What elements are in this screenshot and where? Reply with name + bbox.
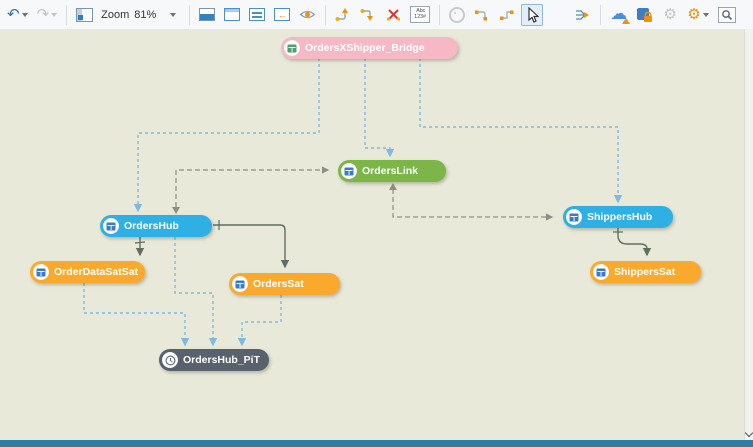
connector-style2-button[interactable] — [496, 4, 518, 26]
zoom-dropdown[interactable] — [161, 4, 183, 26]
cursor-tool-button[interactable] — [521, 3, 544, 26]
clock-icon — [162, 352, 178, 368]
connector-down-icon — [360, 9, 374, 21]
node-ordershub[interactable]: OrdersHub — [100, 215, 212, 237]
undo-button[interactable]: ↶ — [4, 4, 31, 26]
edge-orderdatasatsat-pit[interactable] — [83, 283, 190, 347]
edge-ordershub-orderslink[interactable] — [175, 166, 330, 207]
node-label: ShippersHub — [587, 211, 653, 223]
lock-icon — [637, 7, 653, 22]
node-label: ShippersSat — [614, 266, 676, 278]
connector-up-icon — [335, 8, 349, 21]
edge-ordershub-pit[interactable] — [174, 237, 218, 347]
window-back-icon: ← — [274, 8, 291, 21]
bring-forward-button[interactable] — [546, 4, 568, 26]
table-icon — [284, 40, 300, 56]
node-label: OrdersHub — [124, 220, 179, 232]
table-icon — [341, 163, 357, 179]
circle-tool-button[interactable] — [446, 4, 468, 26]
eye-icon — [299, 10, 316, 19]
zoom-region-button[interactable] — [715, 4, 739, 26]
table-icon — [232, 276, 248, 292]
fan-out-icon — [576, 9, 590, 20]
cloud-upload-icon: ☁ — [610, 5, 631, 24]
cursor-icon — [528, 6, 539, 23]
panel-toggle-button[interactable] — [73, 4, 96, 26]
chevron-down-icon[interactable] — [702, 12, 709, 17]
magnifier-icon — [717, 6, 736, 23]
table-icon — [593, 264, 609, 280]
connector-down-button[interactable] — [357, 4, 379, 26]
abc-123-icon: Abc 123# — [410, 6, 431, 23]
zoom-value: 81% — [134, 8, 157, 21]
window-list-icon — [249, 8, 266, 21]
arrowhead — [389, 183, 397, 190]
abc-123-button[interactable]: Abc 123# — [407, 4, 433, 26]
node-orderdatasatsat[interactable]: OrderDataSatSat — [30, 261, 145, 283]
node-shippershub[interactable]: ShippersHub — [563, 206, 673, 228]
node-bridge[interactable]: OrdersXShipper_Bridge — [281, 37, 458, 59]
window-list-button[interactable] — [246, 4, 268, 26]
node-ordershub-pit[interactable]: OrdersHub_PiT — [159, 349, 269, 371]
vertical-scrollbar[interactable] — [744, 29, 753, 440]
panel-icon — [76, 7, 94, 22]
chevron-down-icon — [169, 12, 176, 17]
node-label: OrdersHub_PiT — [183, 354, 261, 366]
node-label: OrdersSat — [253, 278, 304, 290]
cardinality-tick — [134, 241, 146, 244]
toolbar-separator — [189, 4, 191, 25]
toolbar-separator — [439, 4, 441, 25]
toolbar-separator — [66, 4, 68, 25]
toolbar-separator — [325, 4, 327, 25]
connector-style2-icon — [500, 10, 514, 20]
node-label: OrdersXShipper_Bridge — [305, 42, 425, 54]
chevron-down-icon[interactable] — [21, 12, 28, 17]
window-top-button[interactable] — [221, 4, 243, 26]
node-orderssat[interactable]: OrdersSat — [229, 273, 340, 295]
edge-bridge-shippershub[interactable] — [419, 58, 623, 204]
lock-object-button[interactable] — [633, 4, 656, 26]
table-icon — [566, 209, 582, 225]
save-view-icon — [199, 8, 216, 21]
fan-out-button[interactable] — [571, 4, 594, 26]
node-label: OrderDataSatSat — [54, 266, 139, 278]
gear-icon: ⚙ — [687, 6, 701, 23]
arrowhead — [172, 207, 180, 214]
circle-tool-icon — [449, 6, 466, 23]
delete-connector-icon — [386, 9, 400, 21]
connector-style1-icon — [475, 10, 488, 20]
edge-orderssat-pit[interactable] — [237, 295, 282, 347]
zoom-label: Zoom — [101, 8, 130, 21]
edge-orderslink-shippershub[interactable] — [392, 189, 554, 221]
scroll-down-icon[interactable] — [744, 428, 753, 438]
preview-button[interactable] — [296, 4, 319, 26]
table-icon — [33, 264, 49, 280]
window-back-button[interactable]: ← — [271, 4, 293, 26]
node-orderslink[interactable]: OrdersLink — [338, 160, 446, 182]
node-shipperssat[interactable]: ShippersSat — [590, 261, 701, 283]
toolbar-separator — [600, 4, 602, 25]
connector-style1-button[interactable] — [471, 4, 493, 26]
cloud-upload-button[interactable]: ☁ — [607, 4, 631, 26]
save-view-button[interactable] — [196, 4, 218, 26]
status-strip — [0, 440, 753, 447]
delete-connector-button[interactable] — [382, 4, 404, 26]
toolbar: ↶ ↷ Zoom 81% ← Abc 123# ☁ ⚙ ⚙ — [0, 0, 753, 30]
edge-bridge-orderslink[interactable] — [364, 58, 395, 158]
node-label: OrdersLink — [362, 165, 419, 177]
table-icon — [103, 218, 119, 234]
window-top-icon — [224, 8, 241, 21]
gear-icon: ⚙ — [663, 6, 677, 23]
gear-disabled-button: ⚙ — [659, 4, 681, 26]
edge-ordershub-orderssat[interactable] — [213, 224, 290, 269]
connector-up-button[interactable] — [332, 4, 354, 26]
edge-bridge-ordershub[interactable] — [133, 58, 320, 213]
undo-icon: ↶ — [7, 6, 20, 23]
settings-button[interactable]: ⚙ — [684, 4, 711, 26]
chevron-down-icon — [51, 12, 58, 17]
redo-icon: ↷ — [36, 6, 50, 23]
redo-button[interactable]: ↷ — [34, 4, 61, 26]
diagram-canvas[interactable]: OrdersXShipper_Bridge OrdersLink OrdersH… — [0, 29, 744, 440]
